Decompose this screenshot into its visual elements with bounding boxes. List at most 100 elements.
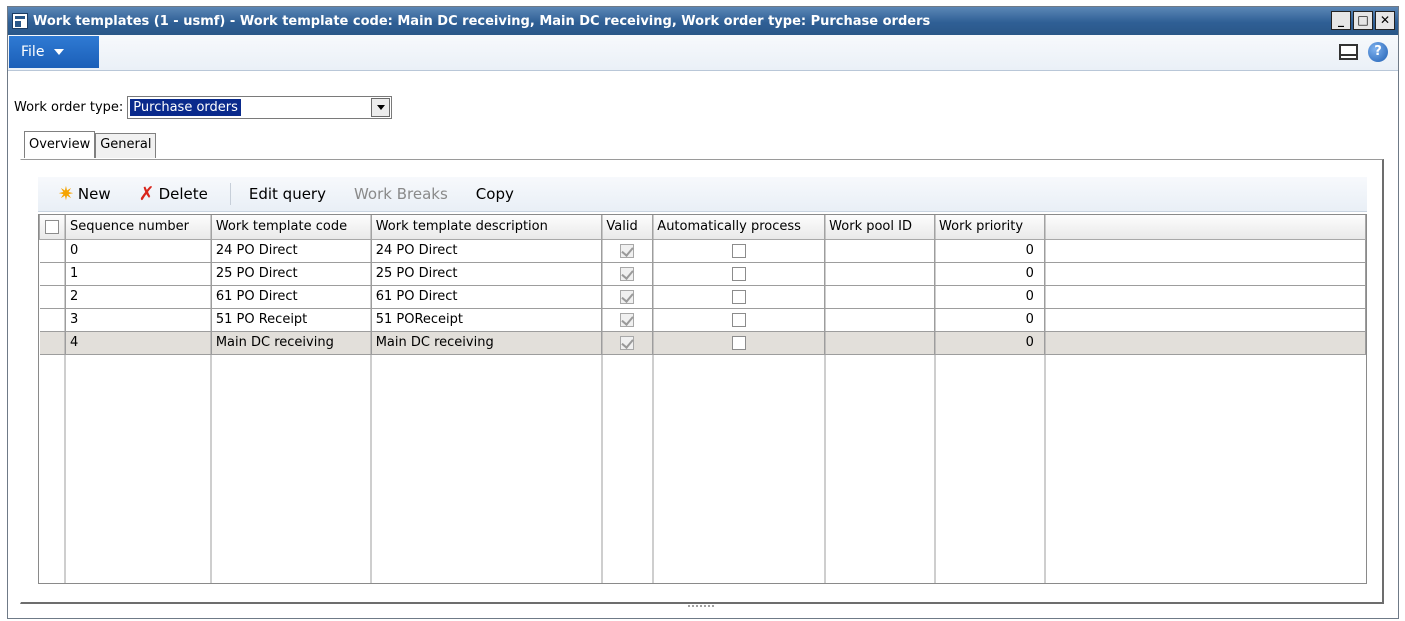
- sequence-cell[interactable]: 1: [65, 262, 212, 286]
- app-window-icon[interactable]: [12, 13, 28, 29]
- column-header-auto-process[interactable]: Automatically process: [652, 215, 826, 240]
- row-marker-cell[interactable]: [39, 239, 66, 263]
- row-marker-cell[interactable]: [39, 285, 66, 309]
- work-breaks-button[interactable]: Work Breaks: [354, 185, 448, 203]
- action-pane: ✷ New ✗ Delete Edit query Work Breaks Co…: [38, 177, 1367, 212]
- filler-cell[interactable]: [1044, 308, 1366, 332]
- code-cell[interactable]: 51 PO Receipt: [211, 308, 372, 332]
- code-cell[interactable]: 61 PO Direct: [211, 285, 372, 309]
- window-title: Work templates (1 - usmf) - Work templat…: [33, 13, 931, 29]
- work-order-type-value: Purchase orders: [130, 99, 241, 116]
- auto-process-checkbox[interactable]: [731, 289, 746, 304]
- column-header-sequence[interactable]: Sequence number: [64, 215, 212, 240]
- valid-checkbox[interactable]: [620, 335, 635, 350]
- code-cell[interactable]: 24 PO Direct: [211, 239, 372, 263]
- valid-cell[interactable]: [601, 331, 654, 355]
- column-header-description[interactable]: Work template description: [370, 215, 603, 240]
- auto-process-checkbox[interactable]: [731, 266, 746, 281]
- tab-overview[interactable]: Overview: [24, 131, 96, 158]
- maximize-button[interactable]: □: [1353, 11, 1373, 30]
- auto-process-cell[interactable]: [652, 331, 826, 355]
- dropdown-button[interactable]: [371, 98, 391, 117]
- edit-query-button[interactable]: Edit query: [249, 185, 326, 203]
- new-button[interactable]: ✷ New: [58, 182, 111, 205]
- code-cell[interactable]: 25 PO Direct: [211, 262, 372, 286]
- new-label: New: [77, 185, 111, 203]
- priority-cell[interactable]: 0: [934, 285, 1045, 309]
- copy-button[interactable]: Copy: [476, 185, 514, 203]
- grid-table: Sequence number Work template code Work …: [39, 215, 1366, 355]
- row-marker-cell[interactable]: [39, 308, 66, 332]
- table-row[interactable]: 1 25 PO Direct 25 PO Direct 0: [39, 262, 1366, 286]
- resize-grip[interactable]: [688, 605, 714, 609]
- filler-cell[interactable]: [1044, 239, 1366, 263]
- sequence-cell[interactable]: 3: [65, 308, 212, 332]
- layout-panel-icon[interactable]: [1339, 44, 1358, 60]
- work-pool-cell[interactable]: [824, 331, 936, 355]
- delete-label: Delete: [158, 185, 208, 203]
- minimize-button[interactable]: _: [1331, 11, 1351, 30]
- priority-cell[interactable]: 0: [934, 308, 1045, 332]
- work-pool-cell[interactable]: [824, 285, 936, 309]
- auto-process-checkbox[interactable]: [731, 335, 746, 350]
- row-marker-cell[interactable]: [39, 331, 66, 355]
- filler-cell[interactable]: [1044, 331, 1366, 355]
- description-cell[interactable]: Main DC receiving: [371, 331, 603, 355]
- tab-general[interactable]: General: [95, 133, 157, 158]
- work-pool-cell[interactable]: [824, 262, 936, 286]
- valid-checkbox[interactable]: [620, 289, 635, 304]
- auto-process-checkbox[interactable]: [731, 243, 746, 258]
- description-cell[interactable]: 51 POReceipt: [371, 308, 603, 332]
- select-all-checkbox[interactable]: [45, 219, 60, 234]
- work-pool-cell[interactable]: [824, 239, 936, 263]
- file-menu-button[interactable]: File: [9, 36, 99, 68]
- valid-checkbox[interactable]: [620, 243, 635, 258]
- file-menu-label: File: [21, 44, 45, 60]
- table-row[interactable]: 3 51 PO Receipt 51 POReceipt 0: [39, 308, 1366, 332]
- code-cell[interactable]: Main DC receiving: [211, 331, 372, 355]
- table-row[interactable]: 0 24 PO Direct 24 PO Direct 0: [39, 239, 1366, 263]
- description-cell[interactable]: 25 PO Direct: [371, 262, 603, 286]
- auto-process-checkbox[interactable]: [731, 312, 746, 327]
- toolbar-separator: [229, 183, 231, 205]
- select-all-header[interactable]: [39, 215, 66, 240]
- priority-cell[interactable]: 0: [934, 262, 1045, 286]
- sequence-cell[interactable]: 0: [65, 239, 212, 263]
- valid-cell[interactable]: [601, 308, 654, 332]
- row-marker-cell[interactable]: [39, 262, 66, 286]
- title-bar[interactable]: Work templates (1 - usmf) - Work templat…: [8, 7, 1398, 35]
- sequence-cell[interactable]: 4: [65, 331, 212, 355]
- auto-process-cell[interactable]: [652, 262, 826, 286]
- grid-body: 0 24 PO Direct 24 PO Direct 0 1 25 PO Direct 2…: [39, 239, 1366, 355]
- column-header-priority[interactable]: Work priority: [934, 215, 1045, 240]
- priority-cell[interactable]: 0: [934, 239, 1045, 263]
- sequence-cell[interactable]: 2: [65, 285, 212, 309]
- valid-cell[interactable]: [601, 239, 654, 263]
- help-icon[interactable]: ?: [1368, 42, 1388, 62]
- chevron-down-icon: [54, 49, 65, 55]
- valid-checkbox[interactable]: [620, 312, 635, 327]
- column-header-work-pool[interactable]: Work pool ID: [824, 215, 936, 240]
- filler-cell[interactable]: [1044, 285, 1366, 309]
- close-button[interactable]: ✕: [1375, 11, 1395, 30]
- valid-cell[interactable]: [601, 262, 654, 286]
- new-star-icon: ✷: [58, 182, 74, 205]
- auto-process-cell[interactable]: [652, 285, 826, 309]
- window-controls: _ □ ✕: [1331, 11, 1395, 30]
- filler-cell[interactable]: [1044, 262, 1366, 286]
- auto-process-cell[interactable]: [652, 308, 826, 332]
- column-header-code[interactable]: Work template code: [210, 215, 372, 240]
- delete-button[interactable]: ✗ Delete: [138, 182, 208, 205]
- delete-x-icon: ✗: [138, 182, 155, 205]
- valid-checkbox[interactable]: [620, 266, 635, 281]
- column-header-valid[interactable]: Valid: [601, 215, 654, 240]
- table-row[interactable]: 4 Main DC receiving Main DC receiving 0: [39, 331, 1366, 355]
- valid-cell[interactable]: [601, 285, 654, 309]
- description-cell[interactable]: 61 PO Direct: [371, 285, 603, 309]
- work-pool-cell[interactable]: [824, 308, 936, 332]
- work-order-type-select[interactable]: Purchase orders: [127, 96, 393, 119]
- table-row[interactable]: 2 61 PO Direct 61 PO Direct 0: [39, 285, 1366, 309]
- auto-process-cell[interactable]: [652, 239, 826, 263]
- priority-cell[interactable]: 0: [934, 331, 1045, 355]
- description-cell[interactable]: 24 PO Direct: [371, 239, 603, 263]
